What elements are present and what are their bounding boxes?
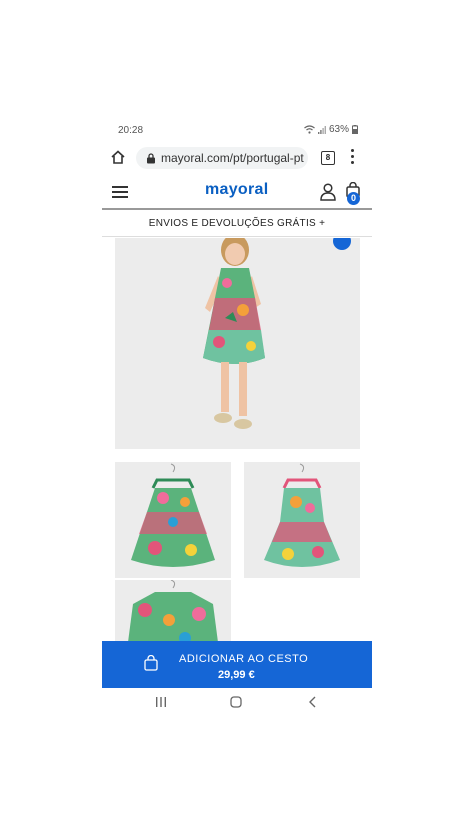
battery-percent: 63%	[328, 124, 349, 135]
menu-icon[interactable]	[112, 186, 128, 198]
product-thumbnail-back[interactable]	[244, 462, 360, 578]
bag-icon	[144, 655, 158, 671]
dress-detail-photo	[127, 580, 219, 650]
status-time: 20:28	[118, 125, 144, 136]
girl-in-dress-photo	[203, 238, 265, 429]
add-to-cart-button[interactable]: ADICIONAR AO CESTO 29,99 €	[102, 641, 372, 688]
browser-toolbar: mayoral.com/pt/portugal-pt 8	[102, 142, 372, 174]
home-icon[interactable]	[110, 149, 126, 165]
url-text: mayoral.com/pt/portugal-pt	[161, 151, 304, 165]
brand-logo[interactable]: mayoral	[205, 181, 268, 199]
site-header: mayoral 0	[102, 176, 372, 210]
product-main-image[interactable]	[115, 238, 360, 449]
status-bar: 20:28 63%	[102, 118, 372, 142]
tabs-icon[interactable]: 8	[321, 151, 335, 165]
recents-icon[interactable]	[155, 696, 167, 708]
add-to-cart-label: ADICIONAR AO CESTO	[179, 653, 309, 665]
phone-screen: 20:28 63% mayoral.com/pt/portugal-pt 8 m…	[102, 118, 372, 720]
back-icon[interactable]	[307, 696, 319, 708]
lock-icon	[147, 153, 155, 164]
status-right: 63%	[304, 124, 358, 135]
signal-icon	[317, 125, 326, 134]
dress-back-photo	[264, 463, 340, 567]
product-thumbnail-detail[interactable]	[115, 580, 231, 650]
battery-icon	[352, 125, 358, 134]
home-nav-icon[interactable]	[230, 696, 242, 708]
dress-front-photo	[131, 463, 215, 567]
wifi-icon	[304, 125, 315, 134]
cart-button[interactable]: 0	[345, 181, 361, 205]
cart-count-badge: 0	[347, 192, 360, 205]
promo-banner[interactable]: ENVIOS E DEVOLUÇÕES GRÁTIS +	[102, 210, 372, 237]
system-nav-bar	[102, 688, 372, 720]
product-thumbnail-front[interactable]	[115, 462, 231, 578]
user-icon[interactable]	[320, 183, 336, 201]
more-icon[interactable]	[351, 149, 355, 165]
address-bar[interactable]: mayoral.com/pt/portugal-pt	[136, 147, 308, 169]
product-price: 29,99 €	[218, 669, 255, 681]
